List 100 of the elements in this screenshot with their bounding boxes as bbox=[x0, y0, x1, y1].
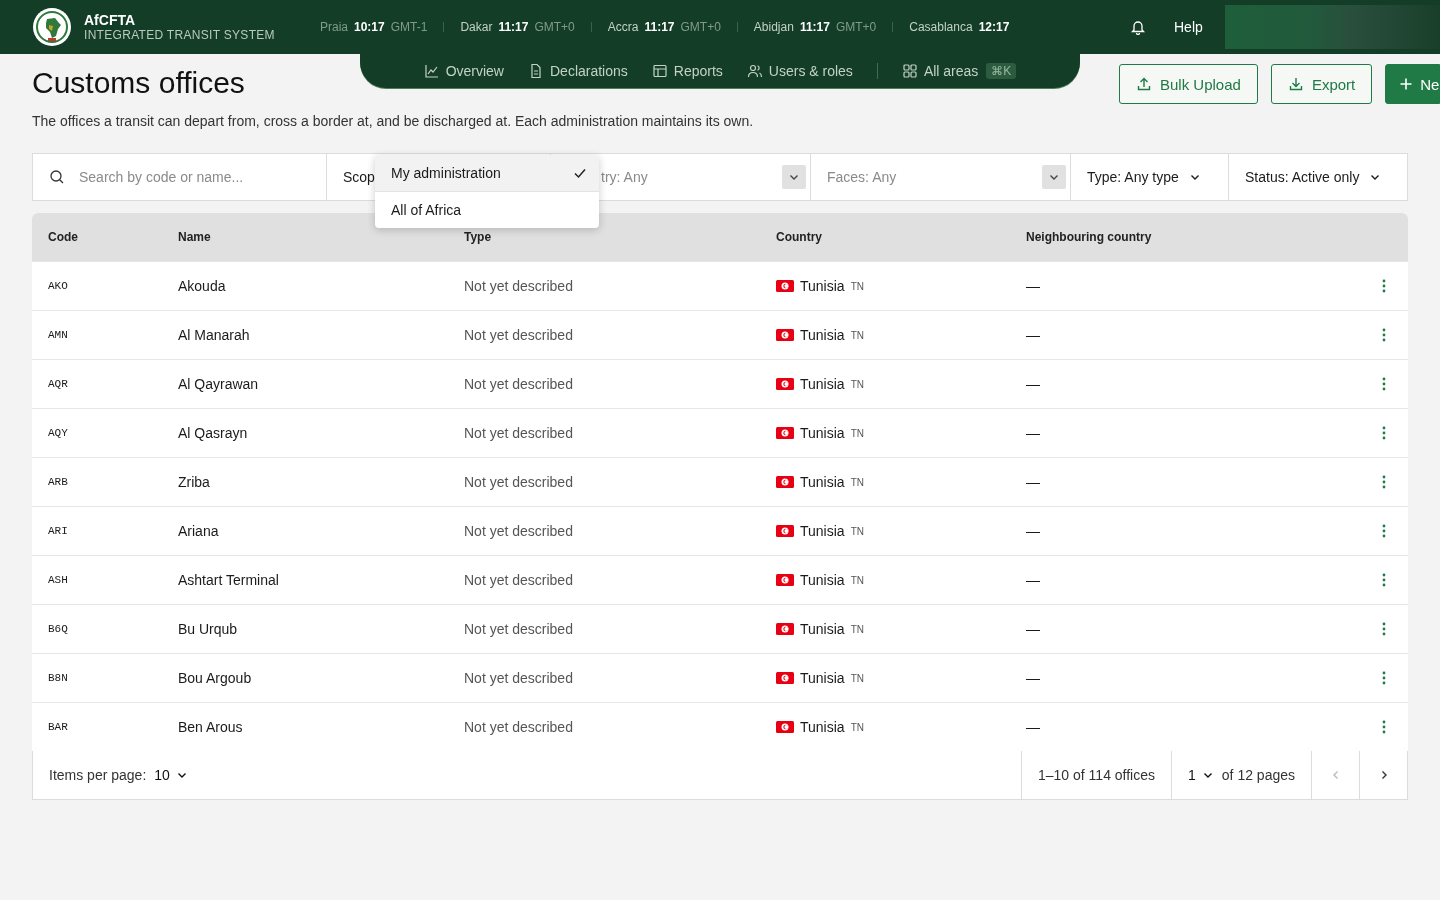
nav-link[interactable]: Overview bbox=[411, 63, 516, 79]
office-name: Ariana bbox=[177, 523, 220, 539]
neighbour-country: — bbox=[1025, 425, 1041, 441]
office-type: Not yet described bbox=[463, 523, 574, 539]
office-name: Al Manarah bbox=[177, 327, 251, 343]
clock-city: Casablanca bbox=[909, 22, 973, 32]
country-name: Tunisia bbox=[800, 278, 845, 294]
dropdown-toggle[interactable] bbox=[1042, 165, 1066, 189]
country-code: TN bbox=[850, 721, 864, 733]
type-filter[interactable]: Type: Any type bbox=[1070, 154, 1228, 200]
neighbour-country: — bbox=[1025, 327, 1041, 343]
country-name: Tunisia bbox=[800, 523, 845, 539]
new-button[interactable]: Ne bbox=[1385, 64, 1440, 104]
nav-link[interactable]: All areas ⌘K bbox=[889, 63, 1029, 79]
country-code: TN bbox=[850, 525, 864, 537]
faces-filter[interactable]: Faces: Any bbox=[827, 169, 897, 185]
country-code: TN bbox=[850, 378, 864, 390]
brand-name: AfCFTA bbox=[84, 12, 137, 28]
flag-icon bbox=[776, 623, 794, 635]
office-code: ARB bbox=[47, 476, 69, 488]
country-name: Tunisia bbox=[800, 572, 845, 588]
flag-icon bbox=[776, 280, 794, 292]
country-code: TN bbox=[850, 672, 864, 684]
office-name: Ashtart Terminal bbox=[177, 572, 280, 588]
office-code: BAR bbox=[47, 721, 69, 733]
office-code: AQY bbox=[47, 427, 69, 439]
flag-icon bbox=[776, 672, 794, 684]
brand-subtitle: INTEGRATED TRANSIT SYSTEM bbox=[84, 28, 276, 42]
country-code: TN bbox=[850, 329, 864, 341]
column-header: Code bbox=[47, 230, 79, 244]
office-code: AMN bbox=[47, 329, 69, 341]
items-per-page-label: Items per page: bbox=[49, 767, 147, 783]
office-type: Not yet described bbox=[463, 474, 574, 490]
nav-link[interactable]: Reports bbox=[639, 63, 735, 79]
check-icon bbox=[573, 166, 587, 180]
search-icon bbox=[49, 169, 65, 185]
neighbour-country: — bbox=[1025, 278, 1041, 294]
office-name: Ben Arous bbox=[177, 719, 244, 735]
clock-city: Accra bbox=[607, 22, 639, 32]
office-name: Akouda bbox=[177, 278, 227, 294]
country-code: TN bbox=[850, 476, 864, 488]
clock-city: Dakar bbox=[460, 22, 493, 32]
clock-zone: GMT+0 bbox=[835, 22, 877, 32]
clock-time: 11:17 bbox=[799, 22, 830, 32]
flag-icon bbox=[776, 476, 794, 488]
office-code: B6Q bbox=[47, 623, 69, 635]
plus-icon bbox=[1398, 76, 1415, 92]
nav-link[interactable]: Declarations bbox=[516, 63, 640, 79]
nav-link[interactable]: Users & roles bbox=[734, 63, 865, 79]
scope-filter[interactable]: Scop bbox=[343, 169, 375, 185]
flag-icon bbox=[776, 525, 794, 537]
neighbour-country: — bbox=[1025, 719, 1041, 735]
page-description: The offices a transit can depart from, cross a border at, and be discharged at. Each administration maintains its own. bbox=[32, 113, 755, 129]
status-filter[interactable]: Status: Active only bbox=[1228, 154, 1407, 200]
column-header: Neighbouring country bbox=[1025, 230, 1153, 244]
range-text: 1–10 of 114 offices bbox=[1038, 767, 1156, 783]
country-code: TN bbox=[850, 574, 864, 586]
office-name: Zriba bbox=[177, 474, 211, 490]
office-name: Bu Urqub bbox=[177, 621, 239, 637]
grid-icon bbox=[901, 63, 918, 79]
office-type: Not yet described bbox=[463, 278, 574, 294]
clock-time: 11:17 bbox=[498, 22, 529, 32]
country-name: Tunisia bbox=[800, 376, 845, 392]
country-name: Tunisia bbox=[800, 621, 845, 637]
shortcut-hint: ⌘K bbox=[986, 63, 1017, 79]
clock-time: 11:17 bbox=[644, 22, 675, 32]
clock-zone: GMT-1 bbox=[390, 22, 428, 32]
flag-icon bbox=[776, 574, 794, 586]
office-type: Not yet described bbox=[463, 572, 574, 588]
flag-icon bbox=[776, 721, 794, 733]
country-name: Tunisia bbox=[800, 670, 845, 686]
office-name: Al Qasrayn bbox=[177, 425, 249, 441]
flag-icon bbox=[776, 329, 794, 341]
office-code: AQR bbox=[47, 378, 69, 390]
office-name: Bou Argoub bbox=[177, 670, 253, 686]
country-code: TN bbox=[850, 427, 864, 439]
bell-icon[interactable] bbox=[1130, 19, 1146, 35]
office-code: AKO bbox=[47, 280, 69, 292]
country-filter[interactable]: try: Any bbox=[601, 169, 648, 185]
clock-time: 10:17 bbox=[354, 22, 385, 32]
flag-icon bbox=[776, 378, 794, 390]
column-header: Name bbox=[177, 230, 212, 244]
menu-option[interactable]: My administration bbox=[375, 155, 599, 191]
clock-city: Praia bbox=[320, 22, 348, 32]
flag-icon bbox=[776, 427, 794, 439]
export-button[interactable]: Export bbox=[1270, 64, 1373, 104]
neighbour-country: — bbox=[1025, 523, 1041, 539]
help-link[interactable]: Help bbox=[1174, 19, 1203, 35]
office-name: Al Qayrawan bbox=[177, 376, 260, 392]
profile-area[interactable] bbox=[1224, 5, 1440, 49]
upload-button[interactable]: Bulk Upload bbox=[1119, 64, 1258, 104]
office-code: B8N bbox=[47, 672, 69, 684]
neighbour-country: — bbox=[1025, 376, 1041, 392]
dropdown-toggle[interactable] bbox=[782, 165, 806, 189]
page-select[interactable]: 1 bbox=[1188, 767, 1214, 783]
per-page-select[interactable]: 10 bbox=[154, 767, 188, 783]
country-name: Tunisia bbox=[800, 719, 845, 735]
office-code: ASH bbox=[47, 574, 69, 586]
page-title: Customs offices bbox=[32, 66, 246, 100]
users-icon bbox=[746, 63, 763, 79]
